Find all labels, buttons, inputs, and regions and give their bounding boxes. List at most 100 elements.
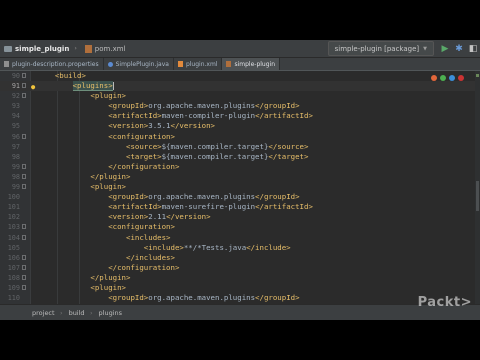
xml-text: ${maven.compiler.target} xyxy=(161,151,269,161)
fold-marker-icon[interactable] xyxy=(22,254,26,260)
run-configuration-select[interactable]: simple-plugin [package] ▼ xyxy=(327,41,434,56)
fold-marker-icon[interactable] xyxy=(22,163,26,169)
line-number: 105 xyxy=(7,243,20,252)
xml-text xyxy=(37,142,126,151)
xml-tag: </configuration> xyxy=(108,161,180,171)
nav-project[interactable]: simple_plugin › xyxy=(0,40,81,57)
line-number: 102 xyxy=(7,213,20,222)
fold-marker-icon[interactable] xyxy=(22,83,26,89)
browser-preview-icons xyxy=(431,75,464,81)
code-text: <source>${maven.compiler.target}</source… xyxy=(37,142,308,152)
code-line[interactable]: 98 </plugin> xyxy=(0,172,480,182)
tab-simpleplugin-java[interactable]: SimplePlugin.java xyxy=(104,58,174,70)
line-number: 98 xyxy=(11,172,20,181)
xml-text xyxy=(37,212,108,221)
code-line[interactable]: 109 <plugin> xyxy=(0,283,480,293)
xml-text xyxy=(37,152,126,161)
code-line[interactable]: 99 <plugin> xyxy=(0,182,480,192)
tab-plugin-xml[interactable]: plugin.xml xyxy=(174,58,223,70)
code-text: <plugin> xyxy=(37,283,126,293)
fold-marker-icon[interactable] xyxy=(22,274,26,280)
code-line[interactable]: 91 ● <plugins> xyxy=(0,81,480,92)
tab-simple-plugin[interactable]: simple-plugin xyxy=(222,58,281,70)
code-line[interactable]: 93 <groupId>org.apache.maven.plugins</gr… xyxy=(0,101,480,111)
xml-tag: <version> xyxy=(108,121,149,131)
code-line[interactable]: 103 <configuration> xyxy=(0,222,480,232)
breadcrumb-item-plugins[interactable]: plugins xyxy=(91,309,129,317)
xml-tag: <artifactId> xyxy=(108,111,162,121)
xml-text xyxy=(37,132,108,141)
xml-text xyxy=(37,283,90,292)
breadcrumb-item-build[interactable]: build xyxy=(61,309,93,317)
code-line[interactable]: 110 <groupId>org.apache.maven.plugins</g… xyxy=(0,293,480,303)
fold-marker-icon[interactable] xyxy=(22,234,26,240)
scrollbar-thumb[interactable] xyxy=(476,181,479,211)
breadcrumb-item-project[interactable]: project xyxy=(0,309,62,317)
code-text: <groupId>org.apache.maven.plugins</group… xyxy=(37,101,299,111)
safari-icon[interactable] xyxy=(449,75,455,81)
xml-tag: <configuration> xyxy=(108,131,175,141)
code-line[interactable]: 101 <artifactId>maven-surefire-plugin</a… xyxy=(0,202,480,212)
code-line[interactable]: 90 <build> xyxy=(0,71,480,81)
code-editor[interactable]: 90 <build> 91 ● <plugins> 92 <plugin> 93 <gr… xyxy=(0,71,480,304)
code-text: <groupId>org.apache.maven.plugins</group… xyxy=(37,293,299,303)
nav-file[interactable]: pom.xml xyxy=(81,40,130,57)
coverage-icon[interactable]: ◧ xyxy=(466,42,480,56)
debug-icon[interactable]: ✱ xyxy=(452,42,466,56)
code-text: <configuration> xyxy=(37,222,175,232)
packt-logo: Packt> xyxy=(417,295,472,310)
code-line[interactable]: 98 <target>${maven.compiler.target}</tar… xyxy=(0,152,480,162)
fold-marker-icon[interactable] xyxy=(22,93,26,99)
xml-text xyxy=(37,91,90,100)
code-line[interactable]: 108 </plugin> xyxy=(0,273,480,283)
error-stripe[interactable] xyxy=(475,71,480,304)
check-icon xyxy=(476,74,479,77)
code-text: </includes> xyxy=(37,253,175,263)
fold-marker-icon[interactable] xyxy=(22,264,26,270)
run-icon[interactable]: ▶ xyxy=(438,42,452,56)
code-line[interactable]: 99 </configuration> xyxy=(0,162,480,172)
code-line[interactable]: 95 <version>3.5.1</version> xyxy=(0,121,480,131)
firefox-icon[interactable] xyxy=(431,75,437,81)
code-line[interactable]: 100 <groupId>org.apache.maven.plugins</g… xyxy=(0,192,480,202)
fold-marker-icon[interactable] xyxy=(22,133,26,139)
tab-plugin-description[interactable]: plugin-description.properties xyxy=(0,58,104,70)
code-line[interactable]: 102 <version>2.11</version> xyxy=(0,212,480,222)
code-line[interactable]: 96 <configuration> xyxy=(0,132,480,142)
xml-text xyxy=(37,71,55,80)
chrome-icon[interactable] xyxy=(440,75,446,81)
fold-marker-icon[interactable] xyxy=(22,284,26,290)
line-number: 95 xyxy=(11,122,20,131)
xml-text xyxy=(37,192,108,201)
line-number: 106 xyxy=(7,253,20,262)
xml-text xyxy=(37,182,90,191)
line-number: 94 xyxy=(11,112,20,121)
xml-tag: <groupId> xyxy=(108,293,149,303)
line-number: 99 xyxy=(11,162,20,171)
code-line[interactable]: 92 <plugin> xyxy=(0,91,480,101)
run-configuration-label: simple-plugin [package] xyxy=(334,44,420,53)
fold-marker-icon[interactable] xyxy=(22,224,26,230)
code-line[interactable]: 107 </configuration> xyxy=(0,263,480,273)
code-line[interactable]: 106 </includes> xyxy=(0,253,480,263)
xml-tag: <version> xyxy=(108,212,149,222)
code-line[interactable]: 105 <include>**/*Tests.java</include> xyxy=(0,243,480,253)
xml-text: org.apache.maven.plugins xyxy=(148,101,256,111)
opera-icon[interactable] xyxy=(458,75,464,81)
code-line[interactable]: 94 <artifactId>maven-compiler-plugin</ar… xyxy=(0,111,480,121)
fold-marker-icon[interactable] xyxy=(22,73,26,78)
fold-marker-icon[interactable] xyxy=(22,184,26,190)
folder-icon xyxy=(4,45,12,52)
xml-text xyxy=(37,111,108,120)
line-number: 91 xyxy=(11,82,20,91)
code-line[interactable]: 97 <source>${maven.compiler.target}</sou… xyxy=(0,142,480,152)
fold-marker-icon[interactable] xyxy=(22,173,26,179)
maven-file-icon xyxy=(226,61,232,67)
ide-window: simple_plugin › pom.xml simple-plugin [p… xyxy=(0,40,480,320)
line-number: 92 xyxy=(11,92,20,101)
code-text: <includes> xyxy=(37,233,171,243)
code-line[interactable]: 104 <includes> xyxy=(0,233,480,243)
xml-tag: <configuration> xyxy=(108,222,175,232)
code-lines: 90 <build> 91 ● <plugins> 92 <plugin> 93 <gr… xyxy=(0,71,480,304)
code-text: </configuration> xyxy=(37,162,179,172)
